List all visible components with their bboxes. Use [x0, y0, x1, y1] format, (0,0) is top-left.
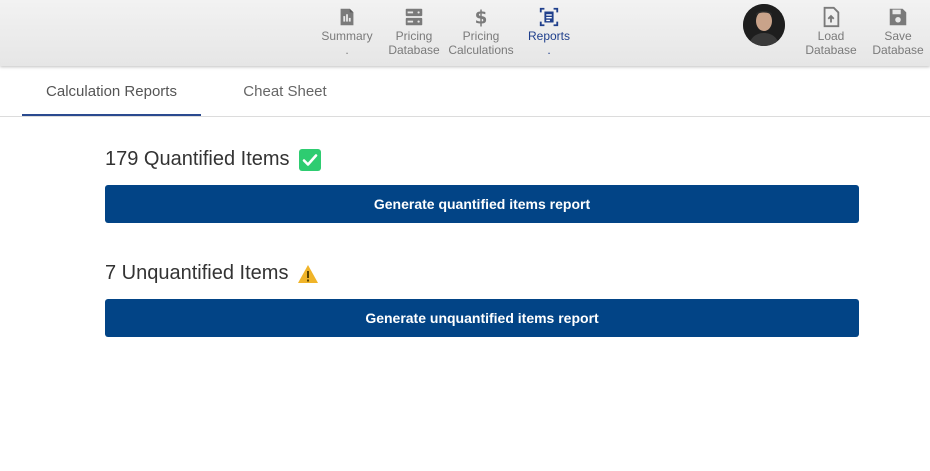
- database-icon: [405, 8, 423, 26]
- nav-summary-label: Summary .: [321, 29, 373, 57]
- save-icon: [889, 8, 907, 26]
- reports-icon: [539, 7, 559, 27]
- active-tab-indicator: [22, 114, 201, 116]
- svg-text:$: $: [475, 7, 488, 28]
- save-database-label: Save Database: [872, 29, 924, 57]
- quantified-items-title: 179 Quantified Items: [105, 148, 290, 170]
- tab-calculation-reports[interactable]: Calculation Reports: [22, 66, 201, 116]
- nav-pricing-calculations[interactable]: $ Pricing Calculations: [448, 6, 514, 62]
- user-photo-icon: [743, 4, 785, 46]
- nav-reports-label: Reports .: [527, 29, 571, 57]
- user-avatar[interactable]: [743, 4, 785, 46]
- unquantified-items-heading: 7 Unquantified Items: [105, 262, 319, 285]
- load-database-label: Load Database: [805, 29, 857, 57]
- generate-unquantified-report-button[interactable]: Generate unquantified items report: [105, 299, 859, 337]
- check-icon: [298, 148, 321, 171]
- tab-cheat-sheet[interactable]: Cheat Sheet: [200, 66, 370, 116]
- upload-file-icon: [823, 6, 840, 28]
- load-database-button[interactable]: Load Database: [799, 6, 863, 62]
- report-tabs: Calculation Reports Cheat Sheet: [0, 66, 930, 117]
- generate-quantified-report-button[interactable]: Generate quantified items report: [105, 185, 859, 223]
- dollar-icon: $: [475, 7, 488, 28]
- nav-pricing-database[interactable]: Pricing Database: [382, 6, 446, 62]
- warning-icon: [297, 263, 319, 285]
- nav-summary[interactable]: Summary .: [315, 6, 379, 62]
- nav-pricing-database-label: Pricing Database: [388, 29, 440, 57]
- nav-pricing-calculations-label: Pricing Calculations: [448, 29, 514, 57]
- top-toolbar: Summary . Pricing Database $ Pricing Cal…: [0, 0, 930, 66]
- nav-reports[interactable]: Reports .: [517, 6, 581, 62]
- save-database-button[interactable]: Save Database: [866, 6, 930, 62]
- quantified-items-heading: 179 Quantified Items: [105, 148, 321, 171]
- unquantified-items-title: 7 Unquantified Items: [105, 262, 289, 284]
- summary-icon: [340, 8, 354, 26]
